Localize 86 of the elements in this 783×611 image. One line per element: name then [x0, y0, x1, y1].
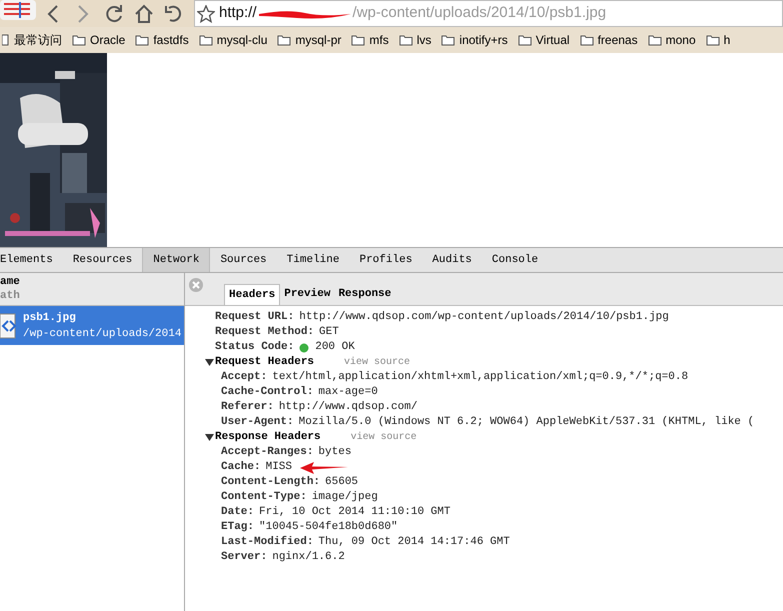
header-name: Request URL: [215, 310, 294, 326]
url-path: /wp-content/uploads/2014/10/psb1.jpg [352, 3, 606, 24]
header-name: Cache-Control: [221, 385, 314, 400]
column-header[interactable]: ame [0, 275, 184, 289]
devtools-tab[interactable]: Profiles [349, 248, 422, 272]
bookmark[interactable]: mfs [369, 31, 389, 49]
url-scheme: http:// [219, 3, 257, 24]
devtools-tab[interactable]: Elements [0, 248, 63, 272]
bookmark[interactable]: Virtual [536, 31, 570, 49]
detail-tab[interactable]: Preview [280, 284, 334, 305]
header-name: Last-Modified: [221, 534, 314, 550]
folder-icon [277, 34, 292, 46]
header-name: Accept: [221, 370, 268, 386]
header-name: Content-Type: [221, 490, 307, 506]
devtools-tab[interactable]: Console [482, 248, 548, 272]
reload-icon[interactable] [104, 4, 124, 24]
address-bar[interactable]: http:// /wp-content/uploads/2014/10/psb1.jpg [194, 0, 783, 27]
header-value: MISS [266, 460, 292, 476]
header-value: "10045-504fe18b0d680" [259, 520, 398, 536]
header-value: 200 OK [315, 340, 355, 356]
header-value: image/jpeg [312, 490, 378, 506]
header-value: http://www.qdsop.com/wp-content/uploads/2014/10/psb1.jpg [299, 310, 669, 326]
folder-icon [441, 34, 456, 46]
devtools-tab[interactable]: Resources [62, 248, 142, 272]
folder-icon [198, 34, 213, 46]
header-value: max-age=0 [318, 385, 378, 400]
section-title: Request Headers [215, 355, 314, 370]
header-name: ETag: [221, 520, 254, 536]
request-path: /wp-content/uploads/2014 [23, 326, 182, 342]
header-name: Content-Length: [221, 475, 320, 490]
home-icon[interactable] [134, 4, 154, 24]
header-value: 65605 [325, 475, 358, 490]
header-value: Fri, 10 Oct 2014 11:10:10 GMT [259, 505, 450, 520]
header-value: Thu, 09 Oct 2014 14:17:46 GMT [318, 535, 510, 550]
view-source-link[interactable]: view source [350, 430, 417, 445]
header-name: Status Code: [215, 340, 294, 356]
file-code-icon [0, 312, 16, 338]
page-icon [2, 34, 10, 46]
section-title: Response Headers [215, 430, 321, 446]
header-name: Accept-Ranges: [221, 445, 314, 460]
header-name: Cache: [221, 460, 261, 476]
folder-icon [135, 34, 150, 46]
devtools-tab[interactable]: Network [142, 248, 210, 272]
bookmark[interactable]: fastdfs [153, 31, 189, 49]
header-name: User-Agent: [221, 415, 294, 430]
undo-icon[interactable] [164, 4, 184, 24]
request-row[interactable]: psb1.jpg /wp-content/uploads/2014 [0, 306, 184, 345]
view-source-link[interactable]: view source [344, 355, 410, 370]
column-subheader: ath [0, 289, 21, 303]
folder-icon [72, 34, 86, 46]
folder-icon [398, 34, 413, 46]
folder-icon [518, 34, 532, 46]
folder-icon [648, 34, 662, 46]
bookmark[interactable]: freenas [598, 31, 638, 49]
request-name: psb1.jpg [23, 310, 77, 326]
header-name: Request Method: [215, 325, 314, 340]
devtools-tab[interactable]: Sources [210, 248, 277, 272]
bookmark[interactable]: 最常访问 [14, 31, 62, 49]
header-value: bytes [318, 445, 352, 460]
devtools-tab[interactable]: Audits [422, 248, 482, 272]
bookmark[interactable]: h [724, 31, 730, 49]
star-icon[interactable] [197, 4, 215, 22]
header-value: nginx/1.6.2 [272, 550, 345, 566]
status-dot-icon [299, 342, 310, 352]
header-name: Server: [221, 550, 268, 566]
detail-tab[interactable]: Response [334, 284, 396, 305]
bookmark[interactable]: lvs [416, 31, 432, 49]
folder-icon [706, 34, 720, 46]
expanded-triangle-icon[interactable] [205, 358, 214, 367]
bookmark[interactable]: mysql-clu [216, 31, 268, 49]
header-value: Mozilla/5.0 (Windows NT 6.2; WOW64) AppleWebKit/537.31 (KHTML, like ( [298, 415, 754, 430]
bookmark[interactable]: mysql-pr [295, 31, 342, 49]
header-name: Date: [221, 505, 254, 520]
header-value: text/html,application/xhtml+xml,application/xml;q=0.9,*/*;q=0.8 [272, 370, 688, 386]
header-name: Referer: [221, 400, 274, 416]
expanded-triangle-icon[interactable] [205, 433, 214, 442]
header-value: GET [319, 325, 339, 340]
header-value: http://www.qdsop.com/ [278, 400, 418, 416]
bookmark[interactable]: inotify+rs [459, 31, 508, 49]
bookmark[interactable]: Oracle [90, 31, 126, 49]
folder-icon [580, 34, 594, 46]
devtools-tab[interactable]: Timeline [276, 248, 350, 272]
back-icon[interactable] [46, 4, 60, 24]
bookmark[interactable]: mono [666, 31, 696, 49]
folder-icon [351, 34, 366, 46]
detail-tab[interactable]: Headers [224, 284, 280, 305]
